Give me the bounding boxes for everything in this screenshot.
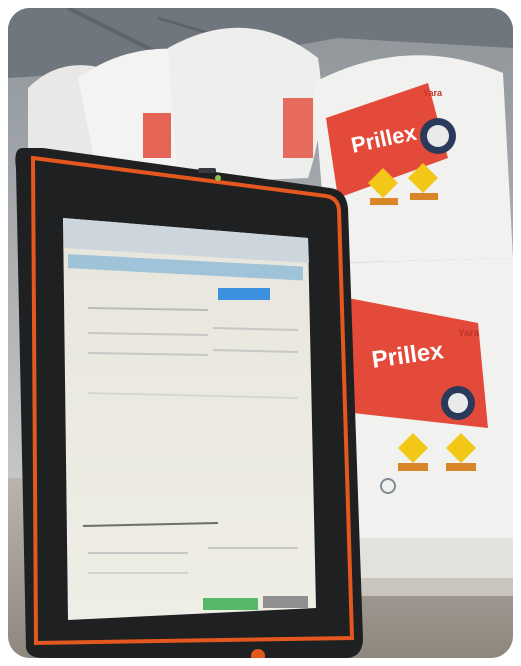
pallet <box>353 538 513 578</box>
screen-blue-button <box>218 288 270 300</box>
screen-grey-button <box>263 596 308 608</box>
screen-green-button <box>203 598 258 610</box>
fertilizer-bag-bottom: Prillex Yara <box>338 258 513 548</box>
photo: Prillex Yara Prillex Yara <box>8 8 513 658</box>
tablet-led-icon <box>215 175 221 181</box>
bag-logo-text: Yara <box>458 328 480 339</box>
rugged-tablet <box>15 148 364 658</box>
tablet-screen <box>63 218 316 620</box>
photo-scene: Prillex Yara Prillex Yara <box>8 8 513 658</box>
bag-logo-text: Yara <box>423 88 443 98</box>
